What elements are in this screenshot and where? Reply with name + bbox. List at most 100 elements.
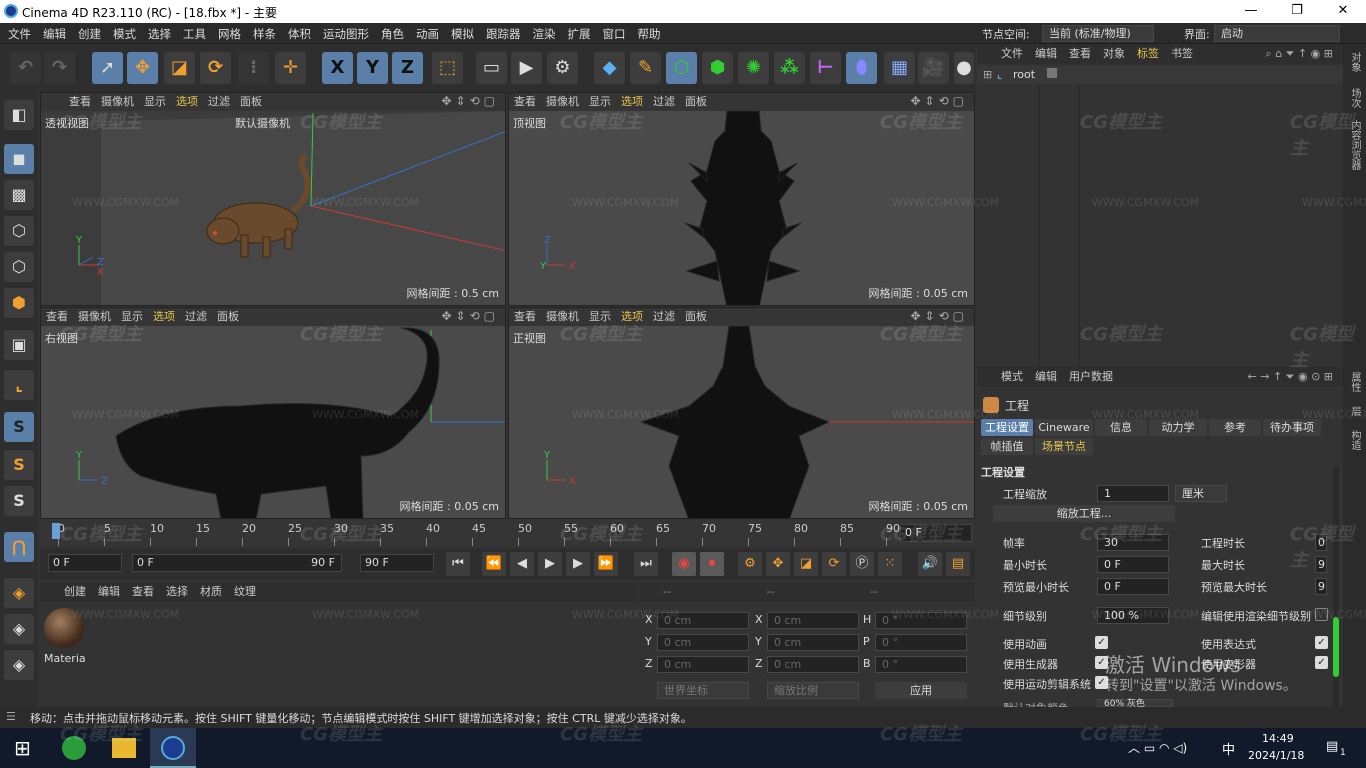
cloner-icon[interactable]: ✺ [738, 52, 769, 84]
ime-indicator[interactable]: 中 [1222, 739, 1235, 758]
clock-date[interactable]: 2024/1/18 [1248, 749, 1304, 762]
perspective-canvas[interactable]: 透视视图 默认摄像机 Y Z X 网格间距 : 0.5 cm [41, 111, 505, 305]
menu-item-12[interactable]: 模拟 [445, 26, 480, 42]
tray-icons[interactable]: ︿ ▭ ◠ ◁) [1128, 739, 1187, 756]
tab-cineware[interactable]: Cineware [1035, 419, 1093, 436]
use-deformer-checkbox[interactable]: ✓ [1315, 656, 1328, 669]
tab-structure[interactable]: 构造 [1347, 430, 1362, 450]
vp-menu-camera[interactable]: 摄像机 [541, 93, 584, 111]
vp-menu-view[interactable]: 查看 [41, 93, 96, 111]
vp-menu-display[interactable]: 显示 [139, 93, 171, 111]
obj-menu-file[interactable]: 文件 [977, 44, 1029, 64]
attr-menu-mode[interactable]: 模式 [977, 367, 1029, 387]
vp-menu-view[interactable]: 查看 [41, 308, 73, 326]
tab-project-settings[interactable]: 工程设置 [981, 419, 1033, 436]
light-icon[interactable]: ● [954, 52, 974, 84]
tab-frame-interpolation[interactable]: 帧插值 [981, 438, 1033, 455]
obj-menu-object[interactable]: 对象 [1097, 44, 1131, 64]
top-canvas[interactable]: 顶视图 Z Y X 网格间距 : 0.05 cm [509, 111, 974, 305]
key-scale-icon[interactable]: ◪ [794, 552, 818, 576]
obj-menu-edit[interactable]: 编辑 [1029, 44, 1063, 64]
attr-menu-userdata[interactable]: 用户数据 [1063, 367, 1119, 387]
current-frame-field[interactable]: 0 F [900, 524, 972, 542]
right-canvas[interactable]: 右视图 Y Z 网格间距 : 0.05 cm [41, 326, 505, 518]
menu-item-16[interactable]: 窗口 [597, 26, 632, 42]
frame-range-slider[interactable]: 0 F 90 F [132, 554, 342, 572]
tab-reference[interactable]: 参考 [1209, 419, 1261, 436]
max-time-input[interactable]: 9 [1315, 556, 1327, 573]
viewport-top[interactable]: 查看 摄像机 显示 选项 过滤 面板 ✥⇕⟲▢ 顶视图 Z Y X 网格间距 : 0.05… [508, 92, 975, 306]
render-lod-checkbox[interactable] [1315, 608, 1328, 621]
coordinate-space-select[interactable]: 世界坐标 [657, 682, 749, 699]
node-space-select[interactable]: 当前 (标准/物理) [1042, 25, 1154, 42]
obj-menu-tags[interactable]: 标签 [1131, 44, 1165, 64]
menu-item-15[interactable]: 扩展 [562, 26, 597, 42]
fps-input[interactable]: 30 [1097, 534, 1169, 551]
y-axis-lock-button[interactable]: Y [357, 52, 388, 84]
workplane-icon[interactable]: ◈ [4, 578, 34, 608]
vp-menu-camera[interactable]: 摄像机 [73, 308, 116, 326]
vp-menu-display[interactable]: 显示 [584, 308, 616, 326]
axis-mode-icon[interactable]: ⌞ [4, 370, 34, 400]
vp-menu-panel[interactable]: 面板 [680, 93, 712, 111]
vp-menu-camera[interactable]: 摄像机 [541, 308, 584, 326]
file-explorer-icon[interactable] [112, 738, 136, 758]
play-icon[interactable]: ▶ [538, 552, 562, 576]
viewport-perspective[interactable]: 查看摄像机显示选项过滤面板 ✥⇕⟲▢ 透视视图 默认摄像机 Y Z X [40, 92, 506, 306]
obj-menu-bookmarks[interactable]: 书签 [1165, 44, 1199, 64]
next-frame-icon[interactable]: ▶ [566, 552, 590, 576]
attr-menu-edit[interactable]: 编辑 [1029, 367, 1063, 387]
key-param-icon[interactable]: Ⓟ [850, 552, 874, 576]
start-frame-field[interactable]: 0 F [48, 554, 122, 572]
vp-menu-camera[interactable]: 摄像机 [96, 93, 139, 111]
coord-input[interactable]: 0 ° [875, 612, 967, 629]
scale-mode-select[interactable]: 缩放比例 [767, 682, 859, 699]
coordinate-system-icon[interactable]: ⬚ [432, 52, 463, 84]
close-button[interactable]: ✕ [1320, 0, 1366, 23]
polygon-mode-icon[interactable]: ⬢ [4, 288, 34, 318]
object-row-root[interactable]: ⊞ ⌞ root [977, 66, 1343, 84]
project-unit-select[interactable]: 厘米 [1175, 485, 1227, 502]
tab-objects[interactable]: 对象 [1347, 52, 1362, 72]
menu-item-7[interactable]: 样条 [247, 26, 282, 42]
viewport-nav-icons[interactable]: ✥⇕⟲▢ [910, 94, 968, 108]
mat-menu-view[interactable]: 查看 [126, 582, 160, 602]
workplane-snap-icon[interactable]: S [4, 486, 34, 516]
menu-item-9[interactable]: 运动图形 [317, 26, 375, 42]
coord-input[interactable]: 0 cm [657, 634, 749, 651]
expand-icon[interactable]: ⊞ [983, 68, 992, 81]
model-mode-icon[interactable]: ◼ [4, 144, 34, 174]
coord-input[interactable]: 0 cm [657, 612, 749, 629]
vp-menu-options[interactable]: 选项 [171, 93, 203, 111]
preview-min-input[interactable]: 0 F [1097, 578, 1169, 595]
field-icon[interactable]: ⬮ [846, 52, 877, 84]
cinema4d-taskbar-button[interactable] [150, 728, 196, 768]
scale-tool-icon[interactable]: ◪ [164, 52, 195, 84]
goto-start-icon[interactable]: ⏮ [446, 552, 470, 576]
undo-icon[interactable]: ↶ [10, 52, 41, 84]
coord-input[interactable]: 0 ° [875, 634, 967, 651]
camera-icon[interactable]: 🎥 [918, 52, 949, 84]
prev-frame-icon[interactable]: ◀ [510, 552, 534, 576]
tab-scene-nodes[interactable]: 场景节点 [1035, 438, 1093, 455]
menu-item-13[interactable]: 跟踪器 [480, 26, 527, 42]
tab-takes[interactable]: 场次 [1347, 88, 1362, 108]
mat-menu-texture[interactable]: 纹理 [228, 582, 262, 602]
keyframe-selection-icon[interactable]: ⚙ [738, 552, 762, 576]
menu-item-5[interactable]: 工具 [177, 26, 212, 42]
grid-workplane-icon[interactable]: ◈ [4, 650, 34, 680]
viewport-nav-icons[interactable]: ✥⇕⟲▢ [441, 309, 499, 323]
subdivision-icon[interactable]: ⬡ [666, 52, 697, 84]
edge-mode-icon[interactable]: ⬡ [4, 252, 34, 282]
vp-menu-panel[interactable]: 面板 [235, 93, 267, 111]
default-color-select[interactable]: 60% 灰色 [1097, 699, 1173, 709]
menu-item-6[interactable]: 网格 [212, 26, 247, 42]
select-tool-icon[interactable]: ➚ [92, 52, 123, 84]
sound-icon[interactable]: 🔊 [918, 552, 942, 576]
tab-todo[interactable]: 待办事项 [1263, 419, 1321, 436]
mat-menu-material[interactable]: 材质 [194, 582, 228, 602]
project-scale-input[interactable]: 1 [1097, 485, 1169, 502]
material-name[interactable]: Materia [44, 652, 86, 665]
coord-input[interactable]: 0 cm [767, 656, 859, 673]
attribute-tool-icons[interactable]: ← → ↑ ⏷ ◉ ⊙ ⊞ [1242, 367, 1339, 387]
